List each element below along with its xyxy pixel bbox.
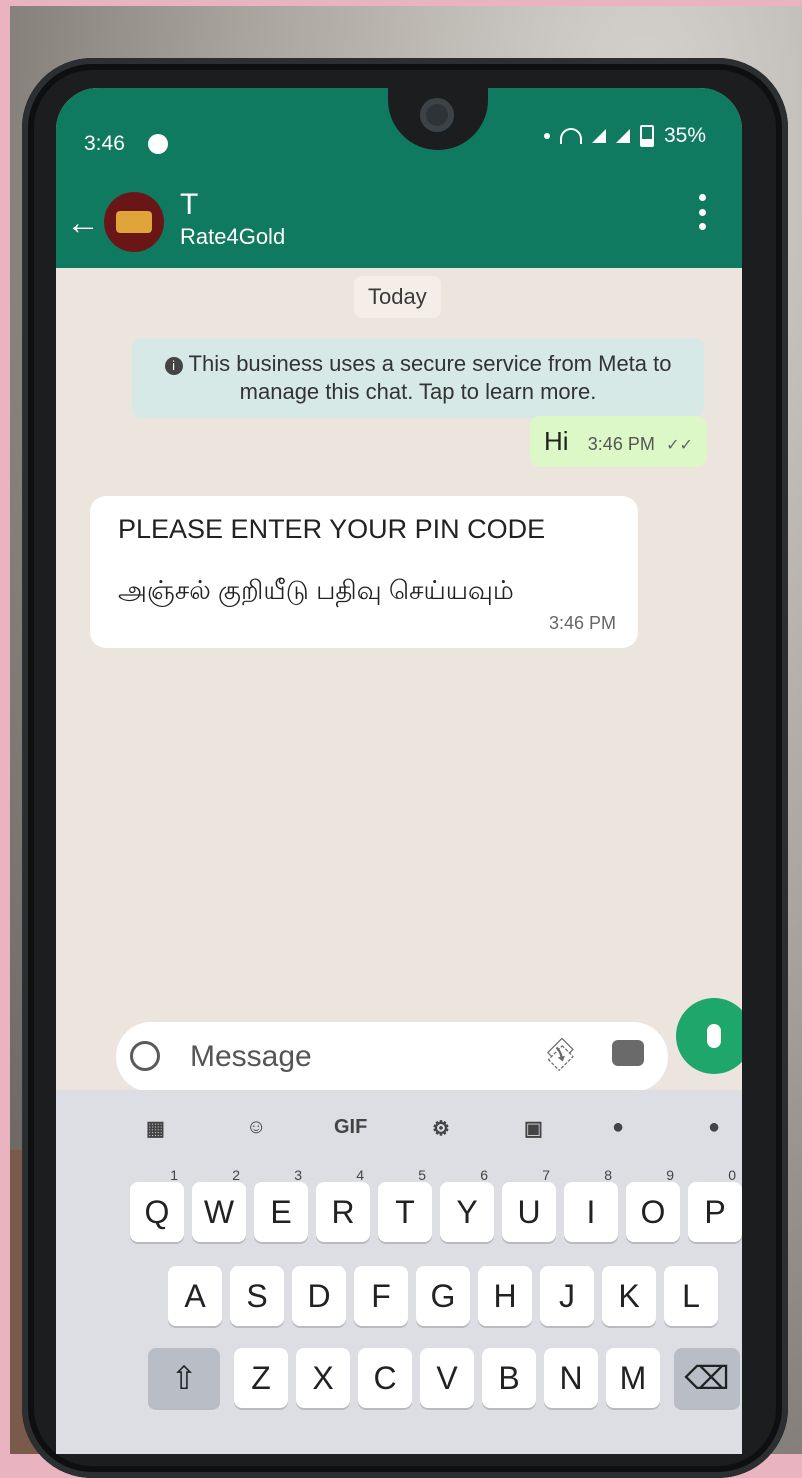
translate-icon[interactable]: ▣ [524, 1116, 543, 1141]
front-camera [420, 98, 454, 132]
status-indicators: 35% [543, 124, 706, 148]
key-l[interactable]: L [664, 1266, 718, 1326]
settings-gear-icon[interactable]: ⚙ [432, 1116, 450, 1141]
avatar[interactable] [104, 192, 164, 252]
palette-icon[interactable]: ● [612, 1116, 624, 1139]
key-m[interactable]: M [606, 1348, 660, 1408]
key-v[interactable]: V [420, 1348, 474, 1408]
message-time: 3:46 PM [587, 434, 655, 454]
microphone-icon [707, 1024, 721, 1048]
wifi-icon [559, 128, 582, 144]
key-k[interactable]: K [602, 1266, 656, 1326]
key-h[interactable]: H [478, 1266, 532, 1326]
key-j[interactable]: J [540, 1266, 594, 1326]
attach-icon[interactable]: ⎘ [539, 1034, 580, 1075]
status-time: 3:46 [84, 132, 125, 155]
keyboard: ▦ ☺ GIF ⚙ ▣ ● ● Q1W2E3R4T5Y6U7I8O9P0 ASDF… [56, 1090, 742, 1454]
business-info-message[interactable]: i This business uses a secure service fro… [132, 338, 704, 418]
back-arrow-icon[interactable]: ← [66, 206, 100, 240]
battery-percent: 35% [663, 124, 706, 147]
key-a[interactable]: A [168, 1266, 222, 1326]
key-y[interactable]: Y6 [440, 1168, 494, 1242]
key-g[interactable]: G [416, 1266, 470, 1326]
info-icon: i [164, 357, 183, 375]
notification-dot-icon [543, 133, 550, 139]
key-n[interactable]: N [544, 1348, 598, 1408]
outgoing-message[interactable]: Hi 3:46 PM ✓✓ [530, 416, 707, 467]
battery-icon [639, 125, 654, 147]
contact-subtitle[interactable]: Rate4Gold [180, 224, 285, 250]
contact-name[interactable]: T [180, 188, 198, 222]
message-input[interactable]: Message [190, 1040, 312, 1074]
double-check-icon: ✓✓ [666, 437, 693, 454]
key-x[interactable]: X [296, 1348, 350, 1408]
key-d[interactable]: D [292, 1266, 346, 1326]
key-u[interactable]: U7 [502, 1168, 556, 1242]
camera-notch [388, 88, 488, 150]
message-text: Hi [544, 426, 569, 456]
keyboard-mic-icon[interactable]: ● [708, 1116, 720, 1139]
camera-icon[interactable] [612, 1040, 644, 1066]
key-e[interactable]: E3 [254, 1168, 308, 1242]
business-info-text: This business uses a secure service from… [188, 351, 672, 404]
key-r[interactable]: R4 [316, 1168, 370, 1242]
key-q[interactable]: Q1 [130, 1168, 184, 1242]
signal-icon [615, 129, 630, 143]
shift-key[interactable]: ⇧ [148, 1348, 220, 1408]
key-o[interactable]: O9 [626, 1168, 680, 1242]
key-i[interactable]: I8 [564, 1168, 618, 1242]
sticker-icon[interactable]: ☺ [246, 1116, 266, 1139]
apps-grid-icon[interactable]: ▦ [146, 1116, 165, 1141]
phone-screen: 3:46 35% ← T Rate4Gold Today i This busin… [56, 88, 742, 1454]
rate4gold-logo-icon [116, 211, 152, 233]
chat-header: 3:46 35% ← T Rate4Gold [56, 88, 742, 268]
key-z[interactable]: Z [234, 1348, 288, 1408]
key-t[interactable]: T5 [378, 1168, 432, 1242]
gif-button[interactable]: GIF [334, 1116, 367, 1139]
more-options-icon[interactable] [698, 194, 706, 230]
key-c[interactable]: C [358, 1348, 412, 1408]
incoming-message[interactable]: PLEASE ENTER YOUR PIN CODE அஞ்சல் குறியீ… [90, 496, 638, 648]
message-time: 3:46 PM [548, 613, 616, 633]
key-s[interactable]: S [230, 1266, 284, 1326]
key-w[interactable]: W2 [192, 1168, 246, 1242]
voice-message-button[interactable] [676, 998, 742, 1074]
key-b[interactable]: B [482, 1348, 536, 1408]
message-composer[interactable]: Message ⎘ [116, 1022, 668, 1092]
signal-icon [591, 129, 606, 143]
message-text-english: PLEASE ENTER YOUR PIN CODE [118, 514, 546, 544]
backspace-key[interactable]: ⌫ [674, 1348, 740, 1408]
key-f[interactable]: F [354, 1266, 408, 1326]
key-p[interactable]: P0 [688, 1168, 742, 1242]
message-text-tamil: அஞ்சல் குறியீடு பதிவு செய்யவும் [118, 575, 514, 605]
call-status-icon [148, 134, 168, 154]
date-divider: Today [354, 276, 441, 318]
emoji-icon[interactable] [130, 1041, 160, 1071]
